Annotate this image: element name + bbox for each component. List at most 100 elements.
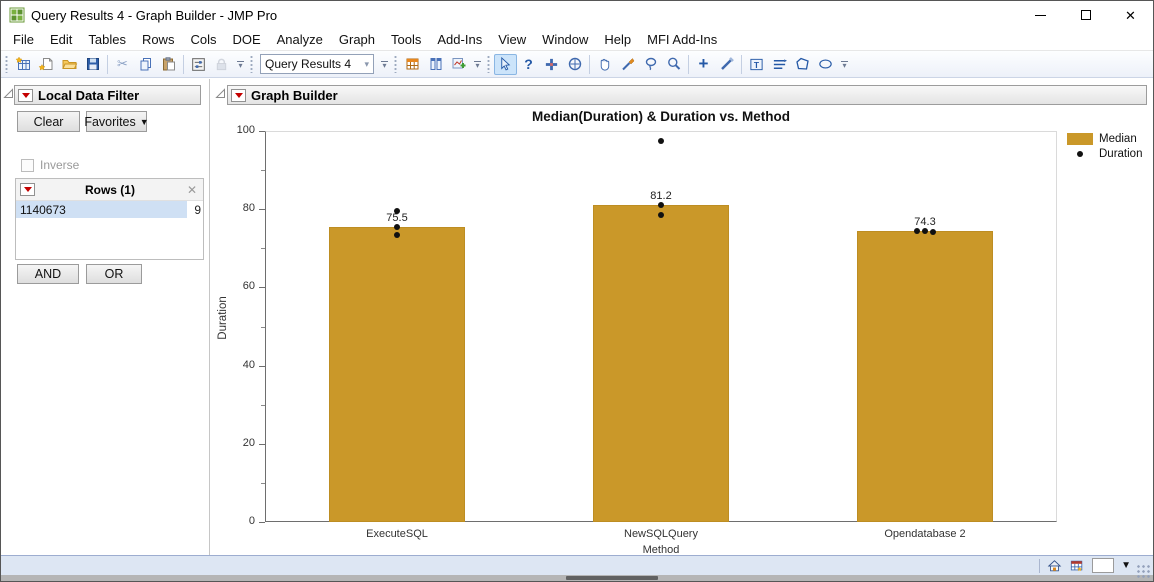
magnifier-tool-icon[interactable] <box>662 54 685 75</box>
menu-tools[interactable]: Tools <box>383 30 429 49</box>
or-button[interactable]: OR <box>86 264 142 284</box>
toolbar-separator <box>688 54 689 74</box>
close-icon: ✕ <box>1125 7 1136 23</box>
toolbar-grip[interactable] <box>5 55 8 73</box>
toolbar-overflow[interactable]: ▾ <box>839 55 850 73</box>
lasso-tool-icon[interactable] <box>639 54 662 75</box>
annotate-polygon-icon[interactable] <box>791 54 814 75</box>
save-icon[interactable] <box>81 54 104 75</box>
filter-row-value: 1140673 <box>16 201 187 218</box>
graph-builder-panel: Graph Builder Median(Duration) & Duratio… <box>210 79 1153 556</box>
help-tool-icon[interactable]: ? <box>517 54 540 75</box>
duration-point[interactable] <box>658 201 664 208</box>
data-table-icon[interactable] <box>401 54 424 75</box>
annotate-oval-icon[interactable] <box>814 54 837 75</box>
columns-viewer-icon[interactable] <box>424 54 447 75</box>
arrow-tool-icon[interactable] <box>494 53 517 75</box>
bar-newsqlquery[interactable] <box>593 204 729 522</box>
annotate-text-icon[interactable]: T <box>745 54 768 75</box>
red-triangle-menu-icon[interactable] <box>20 183 35 196</box>
y-axis-minor-tick <box>261 248 265 250</box>
hand-tool-icon[interactable] <box>593 54 616 75</box>
menu-rows[interactable]: Rows <box>134 30 183 49</box>
status-swatch-box[interactable] <box>1092 558 1115 573</box>
red-triangle-menu-icon[interactable] <box>18 88 33 102</box>
window-selector-combo[interactable]: Query Results 4 ▾ <box>260 54 374 74</box>
menu-analyze[interactable]: Analyze <box>269 30 331 49</box>
menu-help[interactable]: Help <box>596 30 639 49</box>
home-icon[interactable] <box>1047 559 1062 573</box>
cut-icon[interactable]: ✂ <box>111 54 134 75</box>
status-bar: ▼ <box>1 555 1153 575</box>
x-category-label: ExecuteSQL <box>366 528 428 540</box>
inverse-checkbox[interactable] <box>21 158 34 172</box>
legend-item-duration[interactable]: Duration <box>1067 148 1142 160</box>
menu-edit[interactable]: Edit <box>42 30 80 49</box>
menu-window[interactable]: Window <box>534 30 596 49</box>
new-data-table-icon[interactable] <box>12 54 35 75</box>
duration-point[interactable] <box>394 223 400 230</box>
filter-row-count: 9 <box>194 202 201 217</box>
eraser-tool-icon[interactable] <box>715 54 738 75</box>
filter-title: Local Data Filter <box>38 87 140 103</box>
open-icon[interactable] <box>58 54 81 75</box>
disclosure-triangle-icon[interactable] <box>215 88 226 99</box>
chart-title: Median(Duration) & Duration vs. Method <box>532 109 790 124</box>
clear-button[interactable]: Clear <box>17 111 80 132</box>
rows-filter-title: Rows (1) <box>84 182 135 197</box>
crosshair-plus-tool-icon[interactable]: + <box>692 54 715 75</box>
data-table-window-icon[interactable] <box>1069 559 1085 573</box>
toolbar-grip[interactable] <box>250 55 253 73</box>
y-axis-minor-tick <box>261 482 265 484</box>
legend-label: Duration <box>1099 148 1143 160</box>
and-button[interactable]: AND <box>17 264 79 284</box>
menu-view[interactable]: View <box>490 30 534 49</box>
jmp-app-icon <box>9 7 25 23</box>
target-tool-icon[interactable] <box>563 54 586 75</box>
paste-icon[interactable] <box>157 54 180 75</box>
maximize-button[interactable] <box>1063 1 1108 29</box>
bar-value-label: 81.2 <box>650 189 672 202</box>
bar-executesql[interactable] <box>329 226 465 522</box>
menu-graph[interactable]: Graph <box>331 30 383 49</box>
main-content: Local Data Filter Clear Favorites ▼ Inver… <box>1 79 1153 556</box>
bar-opendatabase-2[interactable] <box>857 231 993 522</box>
disclosure-triangle-icon[interactable] <box>3 88 14 99</box>
new-graph-icon[interactable] <box>447 54 470 75</box>
legend-item-median[interactable]: Median <box>1067 133 1142 145</box>
new-script-icon[interactable] <box>35 54 58 75</box>
crosshair-tool-icon[interactable] <box>540 54 563 75</box>
menu-mfi-addins[interactable]: MFI Add-Ins <box>639 30 725 49</box>
toolbar-overflow[interactable]: ▾ <box>235 55 246 73</box>
menu-doe[interactable]: DOE <box>224 30 268 49</box>
maximize-icon <box>1080 10 1091 20</box>
duration-point[interactable] <box>658 137 664 144</box>
close-filter-icon[interactable]: ✕ <box>185 183 199 197</box>
brush-tool-icon[interactable] <box>616 54 639 75</box>
menu-addins[interactable]: Add-Ins <box>429 30 490 49</box>
copy-icon[interactable] <box>134 54 157 75</box>
y-tick-label: 0 <box>248 515 255 527</box>
toolbar-overflow[interactable]: ▾ <box>472 55 483 73</box>
menu-file[interactable]: File <box>5 30 42 49</box>
caret-down-icon: ▼ <box>139 116 149 127</box>
duration-point[interactable] <box>394 231 400 238</box>
favorites-button[interactable]: Favorites ▼ <box>84 111 149 132</box>
status-dropdown-icon[interactable]: ▼ <box>1121 560 1131 571</box>
toolbar-grip[interactable] <box>487 55 490 73</box>
minimize-button[interactable] <box>1018 1 1063 29</box>
menu-cols[interactable]: Cols <box>182 30 224 49</box>
journal-settings-icon[interactable] <box>187 54 210 75</box>
menu-tables[interactable]: Tables <box>80 30 134 49</box>
toolbar-grip[interactable] <box>394 55 397 73</box>
duration-point[interactable] <box>914 227 920 234</box>
graph-builder-title: Graph Builder <box>251 87 338 103</box>
resize-grip-icon[interactable] <box>1137 565 1151 579</box>
title-bar: Query Results 4 - Graph Builder - JMP Pr… <box>1 1 1153 29</box>
close-button[interactable]: ✕ <box>1108 1 1153 29</box>
toolbar-overflow[interactable]: ▾ <box>379 55 390 73</box>
y-axis-tick <box>259 287 265 289</box>
annotate-line-icon[interactable] <box>768 54 791 75</box>
filter-row-selected[interactable]: 1140673 9 <box>16 201 203 218</box>
red-triangle-menu-icon[interactable] <box>231 88 246 102</box>
